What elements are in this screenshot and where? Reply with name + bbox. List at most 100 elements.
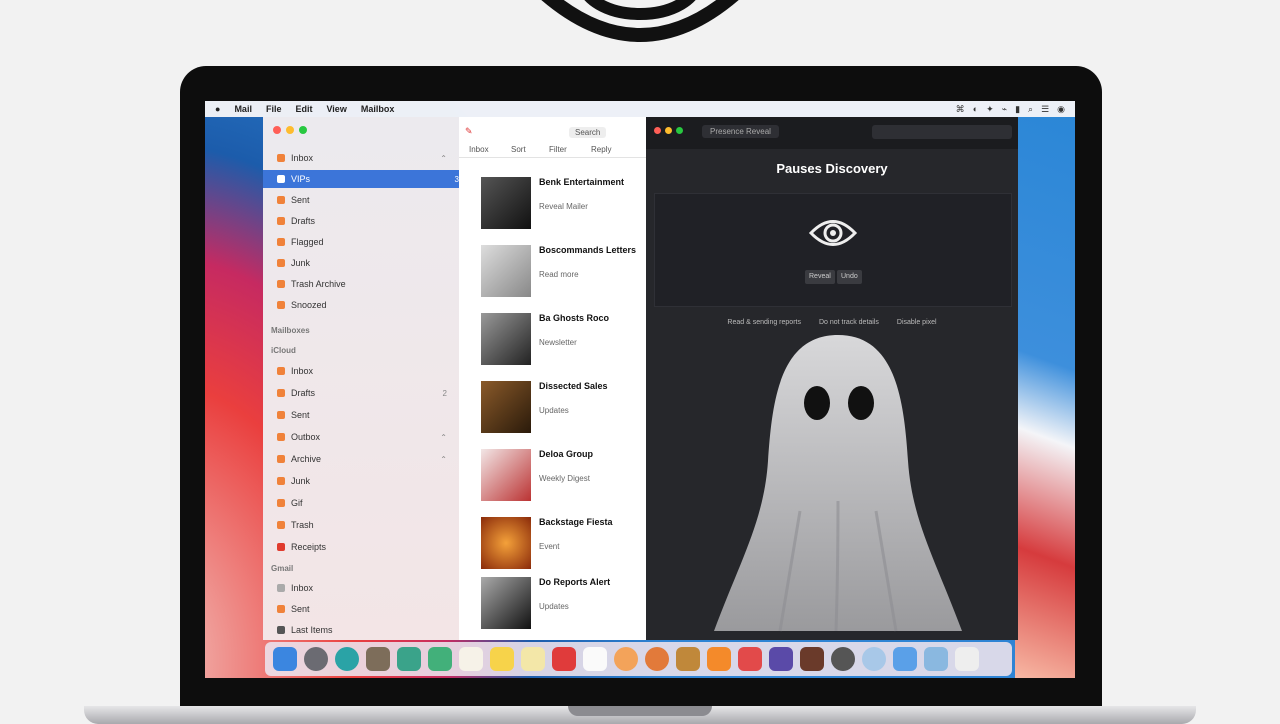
tv-icon[interactable]: [769, 647, 793, 671]
menu-item-edit[interactable]: Edit: [295, 104, 312, 114]
preview-icon[interactable]: [893, 647, 917, 671]
sidebar-item[interactable]: Receipts: [277, 538, 447, 556]
minimize-button[interactable]: [286, 126, 294, 134]
close-button[interactable]: [273, 126, 281, 134]
trash-icon[interactable]: [955, 647, 979, 671]
section-heading[interactable]: Gmail: [271, 564, 293, 573]
address-field[interactable]: Presence Reveal: [702, 125, 779, 138]
messages-icon[interactable]: [428, 647, 452, 671]
compose-icon[interactable]: ✎: [465, 126, 473, 137]
app-icon[interactable]: [707, 647, 731, 671]
sidebar-item-drafts[interactable]: Drafts: [277, 212, 447, 230]
podcasts-icon[interactable]: [676, 647, 700, 671]
chevron-icon[interactable]: ⌃: [440, 154, 447, 163]
finder-icon[interactable]: [273, 647, 297, 671]
sidebar-item-sent[interactable]: Sent: [277, 191, 447, 209]
notes-icon[interactable]: [366, 647, 390, 671]
battery-icon[interactable]: ▮: [1015, 104, 1020, 115]
weather-icon[interactable]: [862, 647, 886, 671]
apple-menu-icon[interactable]: ●: [215, 104, 220, 114]
sidebar-item-flagged[interactable]: Flagged: [277, 233, 447, 251]
status-icon-4[interactable]: ⌁: [1002, 104, 1007, 115]
minimize-button[interactable]: [665, 127, 672, 134]
caption-row: Read & sending reports Do not track deta…: [646, 319, 1018, 326]
spotlight-icon[interactable]: ⌕: [1028, 104, 1033, 115]
settings-icon[interactable]: [831, 647, 855, 671]
list-item[interactable]: Dissected Sales Updates: [469, 377, 639, 439]
sidebar-item[interactable]: Inbox: [277, 579, 447, 597]
facetime-icon[interactable]: [614, 647, 638, 671]
sidebar-item-label: Inbox: [291, 583, 314, 593]
undo-button[interactable]: Undo: [837, 270, 862, 284]
menu-item-view[interactable]: View: [326, 104, 346, 114]
safari-icon[interactable]: [335, 647, 359, 671]
siri-icon[interactable]: ◉: [1057, 104, 1065, 115]
search-input[interactable]: [872, 125, 1012, 139]
menu-item-mailbox[interactable]: Mailbox: [361, 104, 395, 114]
sidebar-item-label: Outbox: [291, 432, 321, 442]
calendar-icon[interactable]: [459, 647, 483, 671]
launchpad-icon[interactable]: [304, 647, 328, 671]
news-icon[interactable]: [738, 647, 762, 671]
sidebar-item[interactable]: Sent: [277, 600, 447, 618]
zoom-button[interactable]: [299, 126, 307, 134]
sidebar-item[interactable]: Archive ⌃: [277, 450, 447, 468]
mail-window: Inbox ⌃ VIPs 3 Sent Drafts Flagged Junk …: [263, 117, 646, 640]
sidebar-item[interactable]: Junk: [277, 472, 447, 490]
reveal-button[interactable]: Reveal: [805, 270, 835, 284]
sent-icon: [277, 605, 285, 613]
list-item[interactable]: Benk Entertainment Reveal Mailer: [469, 173, 639, 235]
toolbar-item[interactable]: Sort: [511, 145, 526, 154]
sidebar-item[interactable]: Drafts 2: [277, 384, 447, 402]
menu-bar: ● Mail File Edit View Mailbox ⌘ ◐ ✦ ⌁ ▮ …: [205, 101, 1075, 117]
eye-logo-icon: [541, 0, 739, 42]
status-icon-3[interactable]: ✦: [986, 104, 994, 115]
laptop-screen: ● Mail File Edit View Mailbox ⌘ ◐ ✦ ⌁ ▮ …: [205, 101, 1075, 678]
toolbar-item[interactable]: Filter: [549, 145, 567, 154]
sidebar-item-trash[interactable]: Trash Archive: [277, 275, 447, 293]
sidebar-item[interactable]: Outbox ⌃: [277, 428, 447, 446]
menu-item-file[interactable]: File: [266, 104, 282, 114]
sidebar-item-label: Drafts: [291, 388, 316, 398]
list-item[interactable]: Deloa Group Weekly Digest: [469, 445, 639, 507]
control-center-icon[interactable]: ☰: [1041, 104, 1049, 115]
message-title: Benk Entertainment: [539, 177, 625, 187]
list-item[interactable]: Boscommands Letters Read more: [469, 241, 639, 303]
sidebar-item[interactable]: Inbox: [277, 362, 447, 380]
sidebar-item[interactable]: Trash: [277, 516, 447, 534]
search-input[interactable]: Search: [569, 127, 607, 138]
maps-icon[interactable]: [397, 647, 421, 671]
list-item[interactable]: Do Reports Alert Updates: [469, 573, 639, 635]
music-icon[interactable]: [552, 647, 576, 671]
section-heading[interactable]: iCloud: [271, 346, 296, 355]
menu-item-mail[interactable]: Mail: [234, 104, 252, 114]
sidebar-item-vips[interactable]: VIPs 3: [263, 170, 459, 188]
list-item[interactable]: Ba Ghosts Roco Newsletter: [469, 309, 639, 371]
message-thumbnail: [481, 177, 531, 229]
zoom-button[interactable]: [676, 127, 683, 134]
photos-icon[interactable]: [583, 647, 607, 671]
close-button[interactable]: [654, 127, 661, 134]
chevron-icon[interactable]: ⌃: [440, 433, 447, 442]
message-preview: Reveal Mailer: [539, 202, 588, 211]
sidebar-item[interactable]: Last Items: [277, 621, 447, 639]
status-icon-1[interactable]: ⌘: [956, 104, 965, 115]
chevron-icon[interactable]: ⌃: [440, 455, 447, 464]
toolbar-item[interactable]: Inbox: [469, 145, 489, 154]
sidebar-item[interactable]: Sent: [277, 406, 447, 424]
status-icon-2[interactable]: ◐: [973, 104, 978, 115]
folder-icon[interactable]: [924, 647, 948, 671]
sidebar-item-inbox[interactable]: Inbox ⌃: [277, 149, 447, 167]
sidebar-item[interactable]: Gif: [277, 494, 447, 512]
books-icon[interactable]: [645, 647, 669, 671]
eye-icon: [809, 220, 857, 246]
sidebar-item-snoozed[interactable]: Snoozed: [277, 296, 447, 314]
sidebar-item-junk[interactable]: Junk: [277, 254, 447, 272]
toolbar-item[interactable]: Reply: [591, 145, 611, 154]
list-item[interactable]: Backstage Fiesta Event: [469, 513, 639, 575]
stickies-icon[interactable]: [490, 647, 514, 671]
app-store-icon[interactable]: [800, 647, 824, 671]
sidebar-item-label: Snoozed: [291, 300, 327, 310]
gif-icon: [277, 499, 285, 507]
reminders-icon[interactable]: [521, 647, 545, 671]
